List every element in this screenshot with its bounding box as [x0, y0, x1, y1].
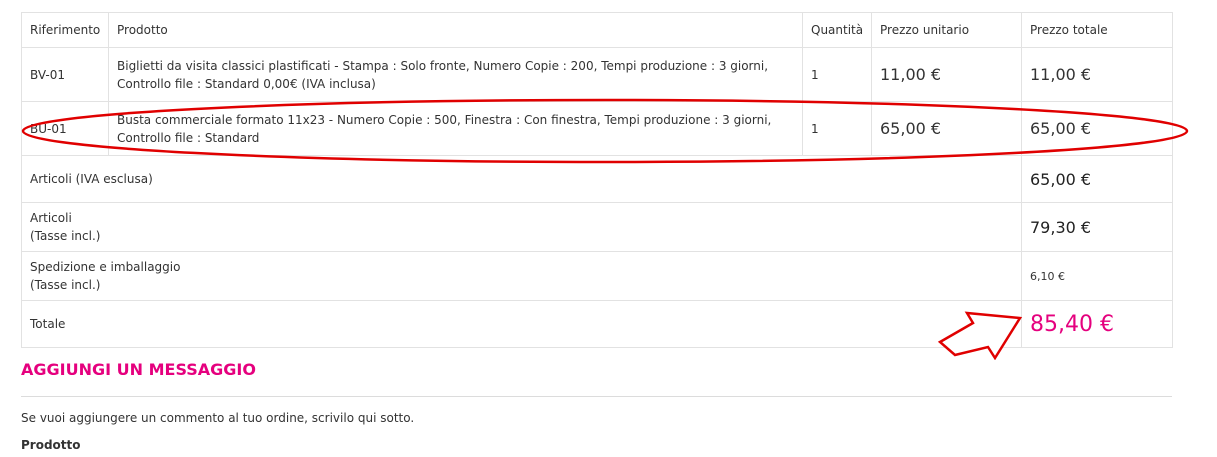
header-quantity: Quantità: [802, 12, 872, 48]
table-header-row: Riferimento Prodotto Quantità Prezzo uni…: [21, 12, 1173, 48]
item-description: Biglietti da visita classici plastificat…: [108, 47, 803, 102]
header-total-price: Prezzo totale: [1021, 12, 1173, 48]
divider: [21, 396, 1172, 397]
product-select-label: Prodotto: [21, 438, 81, 452]
summary-label: Articoli (IVA esclusa): [21, 155, 1022, 203]
message-hint: Se vuoi aggiungere un commento al tuo or…: [21, 411, 415, 425]
table-row: BU-01 Busta commerciale formato 11x23 - …: [21, 101, 1173, 156]
item-unit-price: 65,00 €: [871, 101, 1022, 156]
summary-value: 65,00 €: [1021, 155, 1173, 203]
item-total-price: 11,00 €: [1021, 47, 1173, 102]
summary-value: 6,10 €: [1021, 251, 1173, 301]
header-reference: Riferimento: [21, 12, 109, 48]
order-summary-page: Riferimento Prodotto Quantità Prezzo uni…: [0, 0, 1217, 457]
summary-label-line: Spedizione e imballaggio: [30, 260, 181, 274]
item-quantity: 1: [802, 47, 872, 102]
total-label: Totale: [21, 300, 1022, 348]
summary-label-line: Articoli: [30, 211, 72, 225]
total-value: 85,40 €: [1021, 300, 1173, 348]
item-reference: BU-01: [21, 101, 109, 156]
summary-row-items-excl: Articoli (IVA esclusa) 65,00 €: [21, 155, 1173, 203]
table-row: BV-01 Biglietti da visita classici plast…: [21, 47, 1173, 102]
summary-row-items-incl: Articoli (Tasse incl.) 79,30 €: [21, 202, 1173, 252]
summary-label: Spedizione e imballaggio (Tasse incl.): [21, 251, 1022, 301]
summary-row-total: Totale 85,40 €: [21, 300, 1173, 348]
summary-label-line: (Tasse incl.): [30, 229, 101, 243]
add-message-heading: AGGIUNGI UN MESSAGGIO: [21, 360, 256, 379]
item-reference: BV-01: [21, 47, 109, 102]
item-total-price: 65,00 €: [1021, 101, 1173, 156]
item-unit-price: 11,00 €: [871, 47, 1022, 102]
summary-value: 79,30 €: [1021, 202, 1173, 252]
item-quantity: 1: [802, 101, 872, 156]
order-table: Riferimento Prodotto Quantità Prezzo uni…: [21, 12, 1173, 348]
header-product: Prodotto: [108, 12, 803, 48]
summary-label: Articoli (Tasse incl.): [21, 202, 1022, 252]
summary-label-line: (Tasse incl.): [30, 278, 101, 292]
item-description: Busta commerciale formato 11x23 - Numero…: [108, 101, 803, 156]
header-unit-price: Prezzo unitario: [871, 12, 1022, 48]
summary-row-shipping: Spedizione e imballaggio (Tasse incl.) 6…: [21, 251, 1173, 301]
